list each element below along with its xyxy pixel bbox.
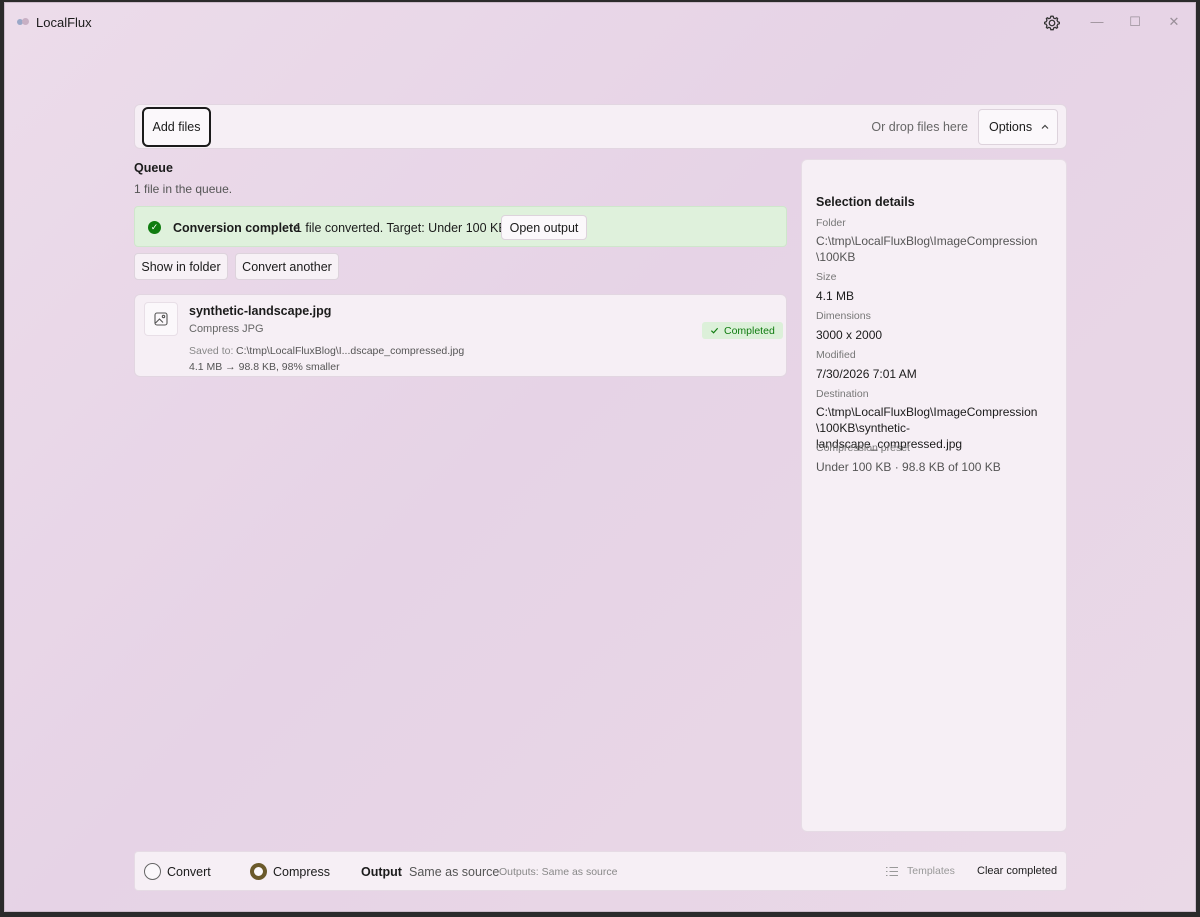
file-operation: Compress JPG <box>189 323 264 335</box>
saved-to-label: Saved to: <box>189 345 234 357</box>
templates-button[interactable]: Templates <box>885 865 955 877</box>
queue-count: 1 file in the queue. <box>134 182 233 196</box>
compress-radio-label[interactable]: Compress <box>273 865 330 879</box>
outputs-hint: Outputs: Same as source <box>499 866 618 878</box>
dimensions-value: 3000 x 2000 <box>816 328 883 342</box>
details-title: Selection details <box>816 195 915 209</box>
banner-message: 1 file converted. Target: Under 100 KB. <box>295 221 511 235</box>
close-button[interactable]: ✕ <box>1162 11 1186 33</box>
output-label: Output <box>361 865 402 879</box>
minimize-button[interactable]: — <box>1085 11 1109 33</box>
check-circle-icon: ✓ <box>148 221 161 234</box>
output-value[interactable]: Same as source <box>409 865 499 879</box>
convert-radio-label[interactable]: Convert <box>167 865 211 879</box>
folder-value-line2: \100KB <box>816 250 856 264</box>
compress-radio[interactable] <box>250 863 267 880</box>
preset-value: Under 100 KB · 98.8 KB of 100 KB <box>816 460 1001 474</box>
size-label: Size <box>816 271 837 283</box>
destination-value-line1: C:\tmp\LocalFluxBlog\ImageCompression <box>816 405 1038 419</box>
chevron-up-icon <box>1041 124 1049 129</box>
title-bar: LocalFlux — ☐ ✕ <box>5 3 1195 43</box>
maximize-button[interactable]: ☐ <box>1123 11 1147 33</box>
show-in-folder-button[interactable]: Show in folder <box>134 253 228 280</box>
modified-value: 7/30/2026 7:01 AM <box>816 367 917 381</box>
convert-radio[interactable] <box>144 863 161 880</box>
clear-completed-button[interactable]: Clear completed <box>977 865 1057 877</box>
image-icon <box>144 302 178 336</box>
queue-heading: Queue <box>134 161 173 175</box>
app-logo-icon <box>17 17 31 27</box>
list-icon <box>886 866 898 876</box>
selection-details-panel: Selection details Folder C:\tmp\LocalFlu… <box>801 159 1067 832</box>
drop-hint: Or drop files here <box>871 120 968 134</box>
queue-item[interactable]: synthetic-landscape.jpg Compress JPG Sav… <box>134 294 787 377</box>
modified-label: Modified <box>816 349 856 361</box>
file-toolbar: Add files Or drop files here Options <box>134 104 1067 149</box>
options-button[interactable]: Options <box>978 109 1058 145</box>
saved-path: C:\tmp\LocalFluxBlog\I...dscape_compress… <box>236 345 465 357</box>
status-badge: Completed <box>702 322 783 339</box>
conversion-complete-banner: ✓ Conversion complete 1 file converted. … <box>134 206 787 247</box>
templates-label: Templates <box>907 865 955 877</box>
banner-title: Conversion complete <box>173 221 301 235</box>
folder-label: Folder <box>816 217 846 229</box>
add-files-button[interactable]: Add files <box>142 107 211 147</box>
open-output-button[interactable]: Open output <box>501 215 587 240</box>
folder-value-line1: C:\tmp\LocalFluxBlog\ImageCompression <box>816 234 1038 248</box>
size-change: 4.1 MB → 98.8 KB, 98% smaller <box>189 361 340 373</box>
app-window: LocalFlux — ☐ ✕ Add files Or drop files … <box>4 2 1196 912</box>
file-name: synthetic-landscape.jpg <box>189 304 332 318</box>
convert-another-button[interactable]: Convert another <box>235 253 339 280</box>
dimensions-label: Dimensions <box>816 310 871 322</box>
app-title: LocalFlux <box>36 15 92 30</box>
destination-label: Destination <box>816 388 869 400</box>
status-text: Completed <box>724 324 775 337</box>
options-label: Options <box>989 120 1033 134</box>
checkmark-icon <box>710 327 719 334</box>
gear-icon <box>1044 15 1060 31</box>
size-value: 4.1 MB <box>816 289 855 303</box>
settings-button[interactable] <box>1041 12 1063 34</box>
bottom-bar: Convert Compress Output Same as source O… <box>134 851 1067 891</box>
preset-label: Compression preset <box>816 442 910 454</box>
